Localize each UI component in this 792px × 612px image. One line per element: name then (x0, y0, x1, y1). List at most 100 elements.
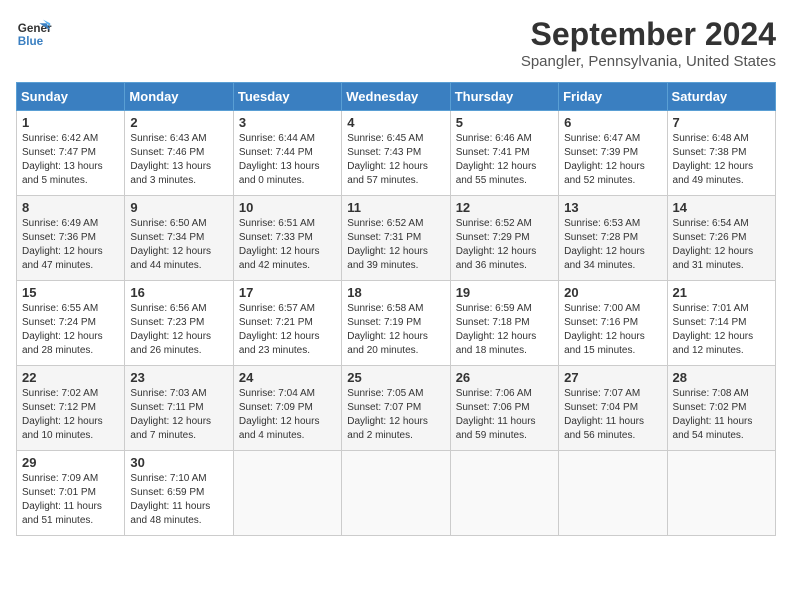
week-row-2: 8Sunrise: 6:49 AMSunset: 7:36 PMDaylight… (17, 196, 776, 281)
day-number: 8 (22, 200, 119, 215)
week-row-5: 29Sunrise: 7:09 AMSunset: 7:01 PMDayligh… (17, 451, 776, 536)
day-info: Sunrise: 6:48 AMSunset: 7:38 PMDaylight:… (673, 132, 770, 188)
calendar-cell: 25 Sunrise: 7:05 AMSunset: 7:07 PMDayligh… (342, 366, 450, 451)
day-number: 9 (130, 200, 227, 215)
location-title: Spangler, Pennsylvania, United States (521, 53, 776, 70)
calendar-cell (667, 451, 775, 536)
day-info: Sunrise: 6:58 AMSunset: 7:19 PMDaylight:… (347, 302, 444, 358)
header-day-sunday: Sunday (17, 83, 125, 111)
day-info: Sunrise: 7:10 AMSunset: 6:59 PMDaylight:… (130, 472, 227, 528)
calendar-cell: 13 Sunrise: 6:53 AMSunset: 7:28 PMDayligh… (559, 196, 667, 281)
day-info: Sunrise: 6:44 AMSunset: 7:44 PMDaylight:… (239, 132, 336, 188)
day-number: 3 (239, 115, 336, 130)
week-row-4: 22 Sunrise: 7:02 AMSunset: 7:12 PMDayligh… (17, 366, 776, 451)
calendar-cell: 27 Sunrise: 7:07 AMSunset: 7:04 PMDayligh… (559, 366, 667, 451)
day-number: 7 (673, 115, 770, 130)
calendar-cell: 30 Sunrise: 7:10 AMSunset: 6:59 PMDayligh… (125, 451, 233, 536)
day-info: Sunrise: 7:02 AMSunset: 7:12 PMDaylight:… (22, 387, 119, 443)
calendar-cell: 4 Sunrise: 6:45 AMSunset: 7:43 PMDaylight… (342, 111, 450, 196)
day-number: 4 (347, 115, 444, 130)
day-number: 28 (673, 370, 770, 385)
day-info: Sunrise: 7:05 AMSunset: 7:07 PMDaylight:… (347, 387, 444, 443)
calendar-cell: 29Sunrise: 7:09 AMSunset: 7:01 PMDayligh… (17, 451, 125, 536)
calendar-header-row: SundayMondayTuesdayWednesdayThursdayFrid… (17, 83, 776, 111)
day-info: Sunrise: 7:06 AMSunset: 7:06 PMDaylight:… (456, 387, 553, 443)
calendar-cell: 14 Sunrise: 6:54 AMSunset: 7:26 PMDayligh… (667, 196, 775, 281)
calendar-cell: 19 Sunrise: 6:59 AMSunset: 7:18 PMDayligh… (450, 281, 558, 366)
calendar-cell: 2 Sunrise: 6:43 AMSunset: 7:46 PMDaylight… (125, 111, 233, 196)
day-number: 2 (130, 115, 227, 130)
calendar-cell: 7 Sunrise: 6:48 AMSunset: 7:38 PMDaylight… (667, 111, 775, 196)
calendar-cell: 15 Sunrise: 6:55 AMSunset: 7:24 PMDayligh… (17, 281, 125, 366)
day-number: 23 (130, 370, 227, 385)
header-day-monday: Monday (125, 83, 233, 111)
calendar-cell: 12 Sunrise: 6:52 AMSunset: 7:29 PMDayligh… (450, 196, 558, 281)
day-info: Sunrise: 6:46 AMSunset: 7:41 PMDaylight:… (456, 132, 553, 188)
day-info: Sunrise: 7:07 AMSunset: 7:04 PMDaylight:… (564, 387, 661, 443)
day-number: 26 (456, 370, 553, 385)
day-info: Sunrise: 6:42 AMSunset: 7:47 PMDaylight:… (22, 132, 119, 188)
calendar-cell (559, 451, 667, 536)
calendar-cell (342, 451, 450, 536)
day-info: Sunrise: 6:56 AMSunset: 7:23 PMDaylight:… (130, 302, 227, 358)
header-day-friday: Friday (559, 83, 667, 111)
svg-text:Blue: Blue (18, 35, 44, 48)
day-number: 27 (564, 370, 661, 385)
day-info: Sunrise: 6:45 AMSunset: 7:43 PMDaylight:… (347, 132, 444, 188)
day-number: 14 (673, 200, 770, 215)
day-info: Sunrise: 6:50 AMSunset: 7:34 PMDaylight:… (130, 217, 227, 273)
header-day-wednesday: Wednesday (342, 83, 450, 111)
day-info: Sunrise: 7:00 AMSunset: 7:16 PMDaylight:… (564, 302, 661, 358)
day-number: 15 (22, 285, 119, 300)
day-info: Sunrise: 7:03 AMSunset: 7:11 PMDaylight:… (130, 387, 227, 443)
day-info: Sunrise: 7:04 AMSunset: 7:09 PMDaylight:… (239, 387, 336, 443)
week-row-3: 15 Sunrise: 6:55 AMSunset: 7:24 PMDayligh… (17, 281, 776, 366)
calendar-cell: 18Sunrise: 6:58 AMSunset: 7:19 PMDayligh… (342, 281, 450, 366)
calendar-cell: 23 Sunrise: 7:03 AMSunset: 7:11 PMDayligh… (125, 366, 233, 451)
day-number: 11 (347, 200, 444, 215)
header: General Blue September 2024 Spangler, Pe… (16, 16, 776, 70)
calendar-cell: 28Sunrise: 7:08 AMSunset: 7:02 PMDayligh… (667, 366, 775, 451)
day-info: Sunrise: 6:51 AMSunset: 7:33 PMDaylight:… (239, 217, 336, 273)
calendar-cell: 3 Sunrise: 6:44 AMSunset: 7:44 PMDaylight… (233, 111, 341, 196)
day-number: 20 (564, 285, 661, 300)
calendar-cell: 1 Sunrise: 6:42 AMSunset: 7:47 PMDaylight… (17, 111, 125, 196)
day-number: 10 (239, 200, 336, 215)
day-number: 19 (456, 285, 553, 300)
day-number: 16 (130, 285, 227, 300)
calendar-table: SundayMondayTuesdayWednesdayThursdayFrid… (16, 82, 776, 536)
month-title: September 2024 (521, 16, 776, 53)
day-number: 25 (347, 370, 444, 385)
day-info: Sunrise: 6:53 AMSunset: 7:28 PMDaylight:… (564, 217, 661, 273)
calendar-cell: 22 Sunrise: 7:02 AMSunset: 7:12 PMDayligh… (17, 366, 125, 451)
day-info: Sunrise: 6:43 AMSunset: 7:46 PMDaylight:… (130, 132, 227, 188)
day-info: Sunrise: 6:47 AMSunset: 7:39 PMDaylight:… (564, 132, 661, 188)
day-number: 24 (239, 370, 336, 385)
day-number: 13 (564, 200, 661, 215)
day-number: 12 (456, 200, 553, 215)
calendar-cell (450, 451, 558, 536)
day-number: 22 (22, 370, 119, 385)
day-info: Sunrise: 6:57 AMSunset: 7:21 PMDaylight:… (239, 302, 336, 358)
title-block: September 2024 Spangler, Pennsylvania, U… (521, 16, 776, 70)
calendar-cell: 5 Sunrise: 6:46 AMSunset: 7:41 PMDaylight… (450, 111, 558, 196)
day-info: Sunrise: 6:59 AMSunset: 7:18 PMDaylight:… (456, 302, 553, 358)
logo: General Blue (16, 16, 52, 52)
header-day-tuesday: Tuesday (233, 83, 341, 111)
day-info: Sunrise: 7:01 AMSunset: 7:14 PMDaylight:… (673, 302, 770, 358)
calendar-cell: 16 Sunrise: 6:56 AMSunset: 7:23 PMDayligh… (125, 281, 233, 366)
day-number: 5 (456, 115, 553, 130)
calendar-cell: 9 Sunrise: 6:50 AMSunset: 7:34 PMDaylight… (125, 196, 233, 281)
day-info: Sunrise: 7:09 AMSunset: 7:01 PMDaylight:… (22, 472, 119, 528)
calendar-cell (233, 451, 341, 536)
calendar-cell: 24 Sunrise: 7:04 AMSunset: 7:09 PMDayligh… (233, 366, 341, 451)
day-info: Sunrise: 6:52 AMSunset: 7:29 PMDaylight:… (456, 217, 553, 273)
day-info: Sunrise: 6:55 AMSunset: 7:24 PMDaylight:… (22, 302, 119, 358)
day-number: 30 (130, 455, 227, 470)
day-number: 1 (22, 115, 119, 130)
calendar-cell: 20 Sunrise: 7:00 AMSunset: 7:16 PMDayligh… (559, 281, 667, 366)
calendar-cell: 11 Sunrise: 6:52 AMSunset: 7:31 PMDayligh… (342, 196, 450, 281)
day-number: 6 (564, 115, 661, 130)
day-info: Sunrise: 6:52 AMSunset: 7:31 PMDaylight:… (347, 217, 444, 273)
day-info: Sunrise: 6:54 AMSunset: 7:26 PMDaylight:… (673, 217, 770, 273)
